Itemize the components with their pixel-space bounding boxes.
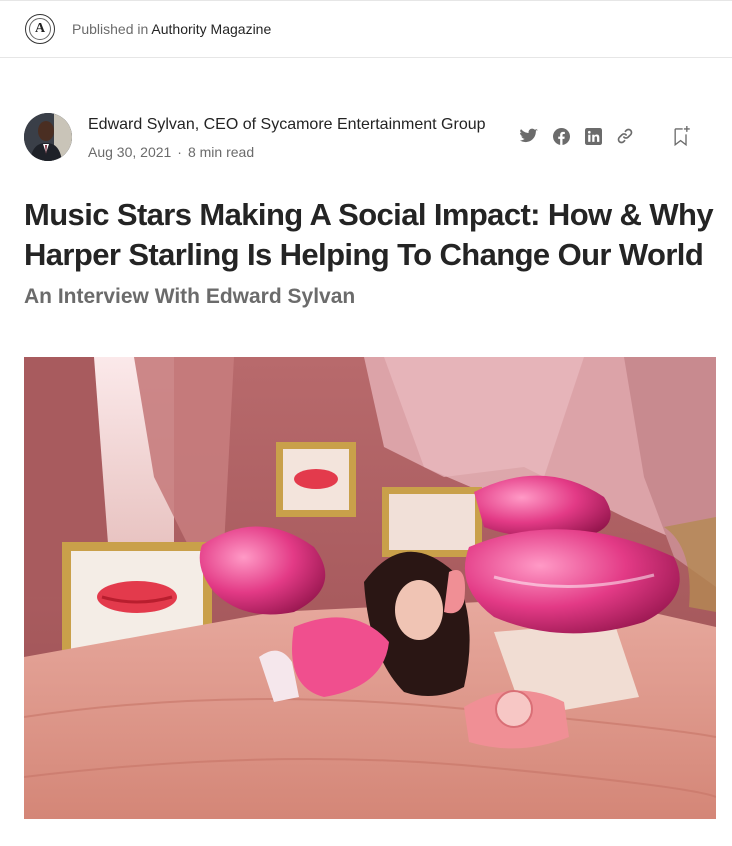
author-avatar[interactable] [24,113,72,161]
publish-date: Aug 30, 2021 [88,144,172,160]
bookmark-button[interactable] [670,125,692,147]
read-time: 8 min read [187,144,255,160]
published-in-text: Published in [72,21,149,37]
article-title: Music Stars Making A Social Impact: How … [24,197,714,272]
twitter-share-button[interactable] [518,125,540,147]
link-icon [617,128,633,144]
linkedin-icon [584,127,602,145]
facebook-icon [552,127,570,145]
author-row: Edward Sylvan, CEO of Sycamore Entertain… [24,113,708,163]
publication-label: Published in Authority Magazine [72,21,271,37]
hero-image [24,357,716,819]
twitter-icon [520,128,538,143]
article-meta: Aug 30, 2021 · 8 min read [88,144,254,160]
bookmark-add-icon [674,126,690,147]
publication-name-link[interactable]: Authority Magazine [151,21,271,37]
publication-logo-letter: A [29,18,51,40]
author-name-link[interactable]: Edward Sylvan, CEO of Sycamore Entertain… [88,116,486,134]
meta-separator: · [177,144,182,160]
linkedin-share-button[interactable] [582,125,604,147]
publication-bar: A Published in Authority Magazine [0,0,732,58]
facebook-share-button[interactable] [550,125,572,147]
copy-link-button[interactable] [614,125,636,147]
publication-logo[interactable]: A [25,14,55,44]
article-subtitle: An Interview With Edward Sylvan [24,285,356,308]
